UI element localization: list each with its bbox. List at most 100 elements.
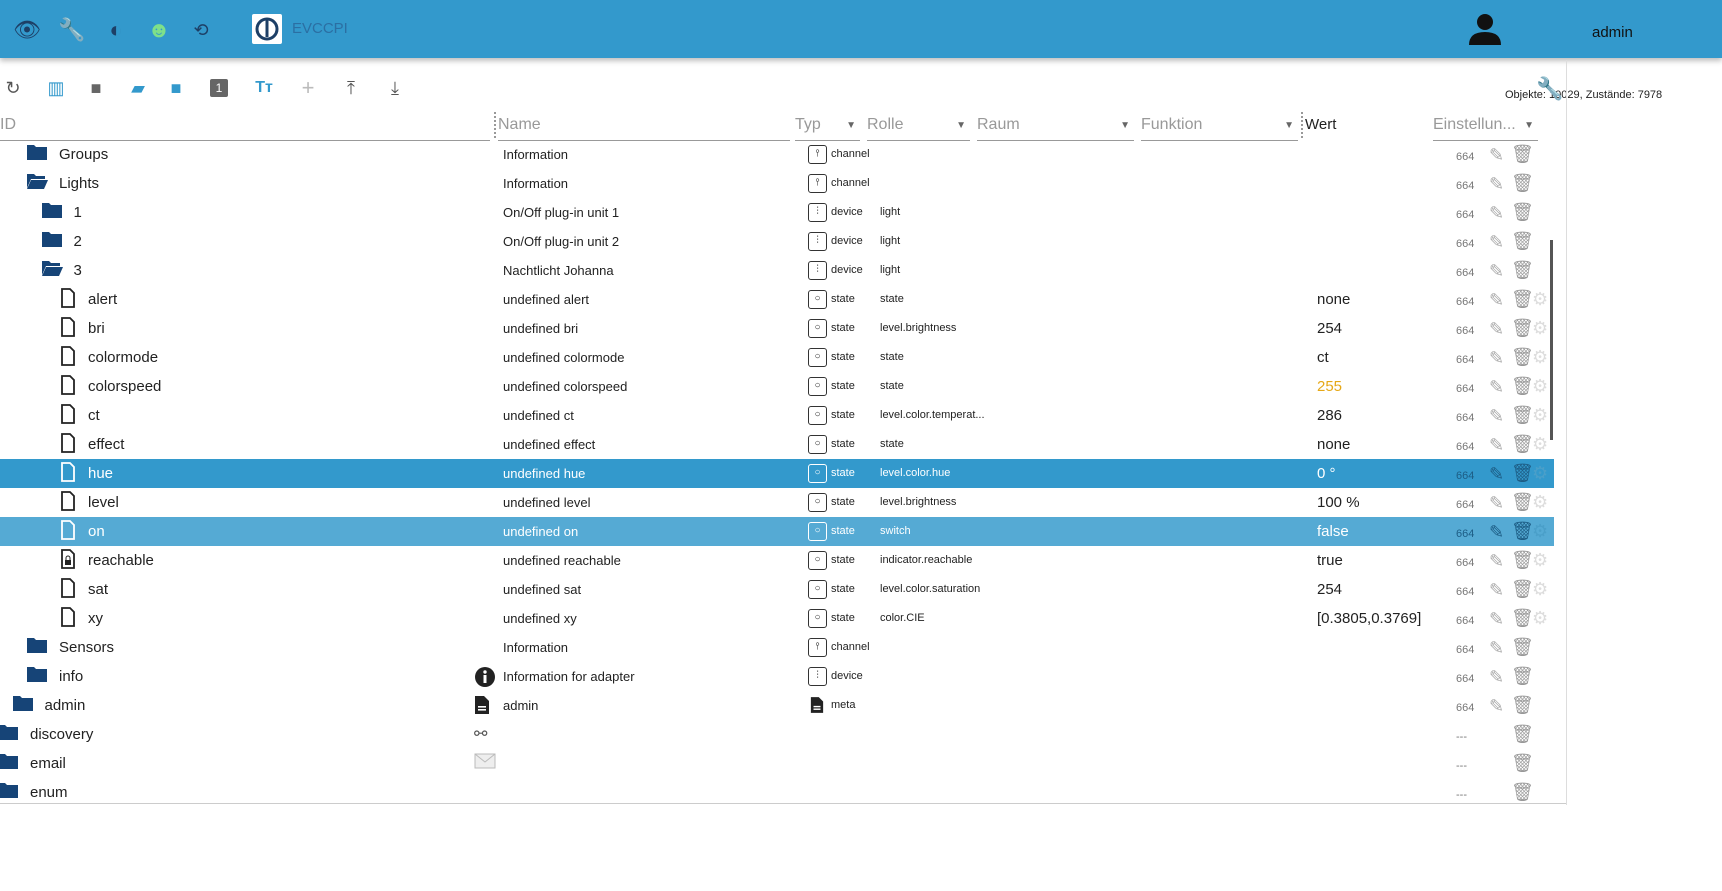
table-row[interactable]: effect undefined effect ○ state state none 664…	[0, 430, 1554, 459]
table-row[interactable]: reachable undefined reachable ○ state indica…	[0, 546, 1554, 575]
row-id[interactable]: colorspeed	[88, 378, 161, 395]
folder-icon[interactable]	[0, 752, 19, 774]
row-id[interactable]: 1	[74, 204, 82, 221]
user-name[interactable]: admin	[1592, 24, 1633, 41]
file-lock-icon[interactable]	[60, 549, 82, 571]
file-icon[interactable]	[60, 607, 82, 629]
one-icon[interactable]: 1	[210, 79, 228, 97]
name-filter[interactable]: Name	[498, 116, 790, 141]
edit-icon[interactable]: ✎	[1489, 609, 1504, 630]
edit-icon[interactable]: ✎	[1489, 667, 1504, 688]
download-icon[interactable]: ⤓	[385, 78, 405, 98]
gear-icon[interactable]: ⚙	[1532, 463, 1548, 484]
sync-disabled-icon[interactable]: ⟲	[188, 17, 214, 43]
role-filter[interactable]: Rolle ▼	[867, 116, 970, 141]
table-row[interactable]: discovery ⚯ --- 🗑	[0, 720, 1554, 749]
gear-icon[interactable]: ⚙	[1532, 347, 1548, 368]
edit-icon[interactable]: ✎	[1489, 261, 1504, 282]
row-id[interactable]: Lights	[59, 175, 99, 192]
brightness-icon[interactable]: ◐	[103, 17, 129, 43]
table-row[interactable]: bri undefined bri ○ state level.brightness 25…	[0, 314, 1554, 343]
table-row[interactable]: on undefined on ○ state switch false 664 ✎ 🗑 ⚙	[0, 517, 1554, 546]
wrench-icon[interactable]: 🔧	[1536, 76, 1563, 102]
row-id[interactable]: sat	[88, 581, 108, 598]
folder-icon[interactable]	[26, 665, 48, 687]
gear-icon[interactable]: ⚙	[1532, 289, 1548, 310]
folder-icon[interactable]	[0, 781, 19, 803]
edit-icon[interactable]: ✎	[1489, 551, 1504, 572]
delete-icon[interactable]: 🗑	[1511, 463, 1534, 484]
gear-icon[interactable]: ⚙	[1532, 521, 1548, 542]
row-id[interactable]: Sensors	[59, 639, 114, 656]
delete-icon[interactable]: 🗑	[1511, 492, 1534, 513]
settings-filter[interactable]: Einstellun... ▼	[1433, 116, 1538, 141]
edit-icon[interactable]: ✎	[1489, 464, 1504, 485]
text-size-icon[interactable]: Tт	[254, 78, 274, 98]
gear-icon[interactable]: ⚙	[1532, 434, 1548, 455]
row-id[interactable]: ct	[88, 407, 100, 424]
gear-icon[interactable]: ⚙	[1532, 376, 1548, 397]
iobroker-logo[interactable]	[252, 14, 282, 44]
row-value[interactable]: none	[1317, 291, 1350, 308]
table-row[interactable]: admin admin meta 664 ✎ 🗑	[0, 691, 1554, 720]
edit-icon[interactable]: ✎	[1489, 377, 1504, 398]
delete-icon[interactable]: 🗑	[1511, 550, 1534, 571]
gear-icon[interactable]: ⚙	[1532, 405, 1548, 426]
edit-icon[interactable]: ✎	[1489, 290, 1504, 311]
function-filter[interactable]: Funktion ▼	[1141, 116, 1298, 141]
folder-icon[interactable]	[12, 694, 34, 716]
edit-icon[interactable]: ✎	[1489, 145, 1504, 166]
delete-icon[interactable]: 🗑	[1511, 318, 1534, 339]
row-value[interactable]: 255	[1317, 378, 1342, 395]
row-id[interactable]: bri	[88, 320, 105, 337]
gear-icon[interactable]: ⚙	[1532, 492, 1548, 513]
row-value[interactable]: 0 °	[1317, 465, 1336, 482]
edit-icon[interactable]: ✎	[1489, 406, 1504, 427]
delete-icon[interactable]: 🗑	[1511, 405, 1534, 426]
delete-icon[interactable]: 🗑	[1511, 695, 1534, 716]
edit-icon[interactable]: ✎	[1489, 319, 1504, 340]
delete-icon[interactable]: 🗑	[1511, 231, 1534, 252]
delete-icon[interactable]: 🗑	[1511, 173, 1534, 194]
folder-icon[interactable]	[41, 201, 63, 223]
row-value[interactable]: [0.3805,0.3769]	[1317, 610, 1421, 627]
folder-open-icon[interactable]	[41, 259, 63, 281]
edit-icon[interactable]: ✎	[1489, 174, 1504, 195]
table-row[interactable]: 3 Nachtlicht Johanna ⫶ device light 664 ✎ 🗑	[0, 256, 1554, 285]
gear-icon[interactable]: ⚙	[1532, 608, 1548, 629]
room-filter[interactable]: Raum ▼	[977, 116, 1134, 141]
file-icon[interactable]	[60, 288, 82, 310]
row-id[interactable]: email	[30, 755, 66, 772]
delete-icon[interactable]: 🗑	[1511, 637, 1534, 658]
row-value[interactable]: false	[1317, 523, 1349, 540]
gear-icon[interactable]: ⚙	[1532, 579, 1548, 600]
row-id[interactable]: alert	[88, 291, 117, 308]
table-row[interactable]: ct undefined ct ○ state level.color.temperat…	[0, 401, 1554, 430]
delete-icon[interactable]: 🗑	[1511, 782, 1534, 803]
head-icon[interactable]: ☻	[146, 17, 172, 43]
file-icon[interactable]	[60, 404, 82, 426]
edit-icon[interactable]: ✎	[1489, 696, 1504, 717]
file-icon[interactable]	[60, 491, 82, 513]
file-icon[interactable]	[60, 433, 82, 455]
row-value[interactable]: 254	[1317, 581, 1342, 598]
folder-icon[interactable]	[26, 636, 48, 658]
row-id[interactable]: enum	[30, 784, 68, 801]
edit-icon[interactable]: ✎	[1489, 435, 1504, 456]
delete-icon[interactable]: 🗑	[1511, 753, 1534, 774]
refresh-icon[interactable]: ↻	[3, 78, 23, 98]
gear-icon[interactable]: ⚙	[1532, 550, 1548, 571]
file-icon[interactable]	[60, 520, 82, 542]
folder-icon[interactable]	[26, 143, 48, 165]
file-icon[interactable]	[60, 462, 82, 484]
file-icon[interactable]	[60, 346, 82, 368]
eye-icon[interactable]: 👁	[13, 17, 41, 43]
delete-icon[interactable]: 🗑	[1511, 608, 1534, 629]
row-id[interactable]: discovery	[30, 726, 93, 743]
table-row[interactable]: colorspeed undefined colorspeed ○ state stat…	[0, 372, 1554, 401]
table-row[interactable]: level undefined level ○ state level.brightne…	[0, 488, 1554, 517]
folder-open-icon[interactable]: ▰	[128, 78, 148, 98]
delete-icon[interactable]: 🗑	[1511, 579, 1534, 600]
edit-icon[interactable]: ✎	[1489, 580, 1504, 601]
delete-icon[interactable]: 🗑	[1511, 666, 1534, 687]
